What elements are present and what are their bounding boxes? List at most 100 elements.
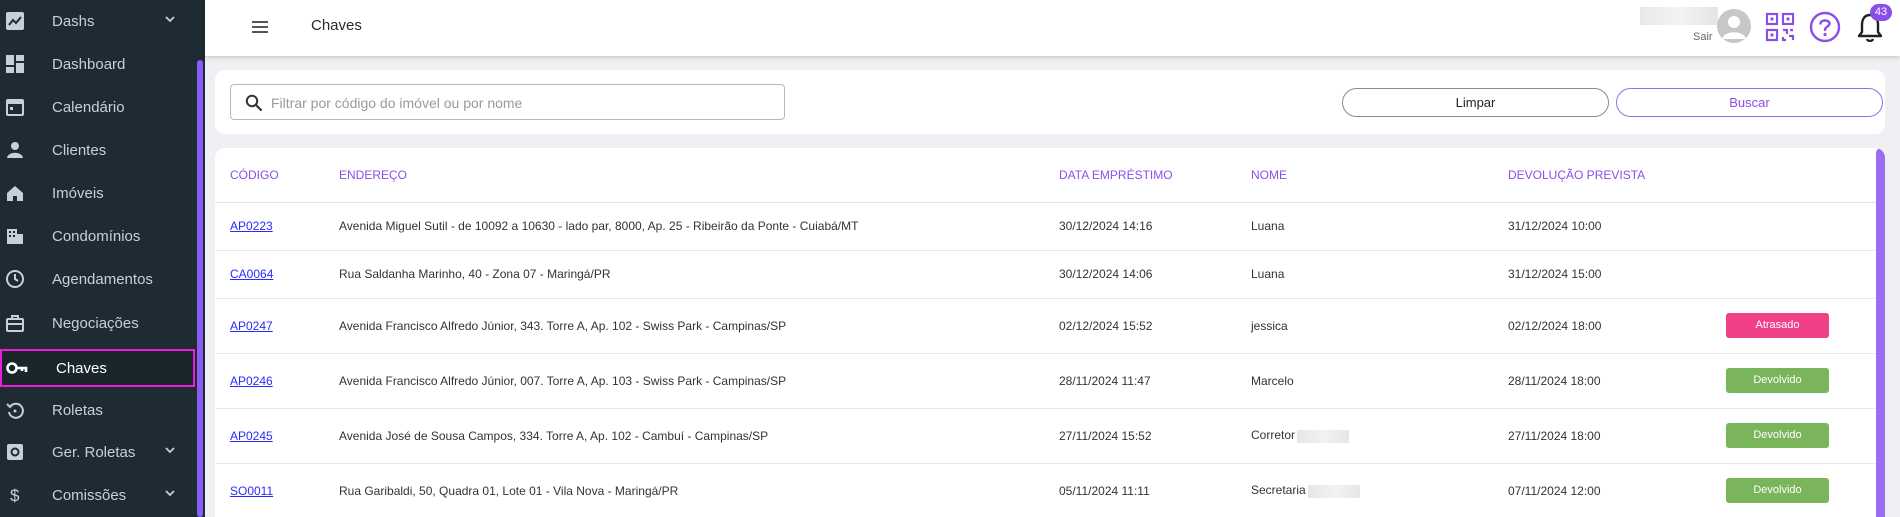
clear-button[interactable]: Limpar: [1342, 88, 1609, 117]
status-badge: Devolvido: [1726, 478, 1829, 503]
sidebar-item-im-veis[interactable]: Imóveis: [0, 174, 195, 212]
sidebar-item-agendamentos[interactable]: Agendamentos: [0, 260, 195, 298]
cell-address: Rua Garibaldi, 50, Quadra 01, Lote 01 - …: [339, 463, 1059, 517]
borrower-name: Luana: [1251, 219, 1285, 233]
property-code-link[interactable]: AP0245: [230, 429, 273, 443]
chevron-down-icon[interactable]: [163, 486, 177, 504]
cell-loan-date: 30/12/2024 14:06: [1059, 250, 1251, 299]
search-icon: [245, 94, 263, 112]
column-header-return-date[interactable]: DEVOLUÇÃO PREVISTA: [1508, 148, 1726, 203]
cell-loan-date: 28/11/2024 11:47: [1059, 353, 1251, 409]
cell-status: [1726, 202, 1876, 251]
cell-status: [1726, 250, 1876, 299]
cell-loan-date: 30/12/2024 14:16: [1059, 202, 1251, 251]
search-button[interactable]: Buscar: [1616, 88, 1883, 117]
cell-name: Luana: [1251, 250, 1508, 299]
person-icon: [4, 139, 26, 161]
cell-return-date: 02/12/2024 18:00: [1508, 298, 1726, 354]
cell-status: Devolvido: [1726, 463, 1876, 517]
column-header-name[interactable]: NOME: [1251, 148, 1508, 203]
sidebar-item-roletas[interactable]: Roletas: [0, 391, 195, 429]
status-badge: Devolvido: [1726, 423, 1829, 448]
cell-address: Avenida Francisco Alfredo Júnior, 007. T…: [339, 353, 1059, 409]
clock-icon: [4, 268, 26, 290]
borrower-name: jessica: [1251, 318, 1288, 333]
cell-return-date: 28/11/2024 18:00: [1508, 353, 1726, 409]
sidebar-item-dashboard[interactable]: Dashboard: [0, 45, 195, 83]
sidebar-item-label: Calendário: [52, 98, 125, 116]
sidebar-item-label: Roletas: [52, 401, 103, 419]
cell-status: Devolvido: [1726, 408, 1876, 464]
cell-name: jessica: [1251, 298, 1508, 354]
property-code-link[interactable]: AP0246: [230, 374, 273, 388]
sidebar-item-label: Comissões: [52, 486, 127, 504]
column-header-loan-date[interactable]: DATA EMPRÉSTIMO: [1059, 148, 1251, 203]
search-input[interactable]: [271, 91, 771, 115]
cell-return-date: 27/11/2024 18:00: [1508, 408, 1726, 464]
table-scrollbar[interactable]: [1876, 148, 1885, 517]
svg-text:$: $: [10, 486, 20, 505]
sidebar-item-calend-rio[interactable]: Calendário: [0, 88, 195, 126]
status-badge: Atrasado: [1726, 313, 1829, 338]
sidebar-item-chaves[interactable]: Chaves: [0, 349, 195, 387]
dollar-icon: $: [4, 484, 26, 506]
chevron-down-icon[interactable]: [163, 443, 177, 461]
sidebar-item-condom-nios[interactable]: Condomínios: [0, 217, 195, 255]
cell-name: Luana: [1251, 202, 1508, 251]
cell-address: Rua Saldanha Marinho, 40 - Zona 07 - Mar…: [339, 250, 1059, 299]
sidebar-item-dashs[interactable]: Dashs: [0, 2, 195, 40]
sidebar-item-label: Dashs: [52, 12, 95, 30]
property-code-link[interactable]: AP0223: [230, 219, 273, 233]
house-icon: [4, 182, 26, 204]
key-icon: [6, 357, 28, 379]
hamburger-menu-icon[interactable]: [249, 16, 271, 38]
table-row[interactable]: SO0011 Rua Garibaldi, 50, Quadra 01, Lote…: [215, 463, 1876, 517]
cell-code: AP0246: [215, 353, 339, 409]
avatar[interactable]: [1717, 9, 1751, 43]
cell-name: Corretor: [1251, 408, 1508, 464]
qr-code-icon[interactable]: [1765, 12, 1795, 42]
filter-card: Limpar Buscar: [215, 70, 1885, 134]
building-icon: [4, 225, 26, 247]
sidebar-item-label: Condomínios: [52, 227, 141, 245]
sidebar-item-label: Imóveis: [52, 184, 104, 202]
property-code-link[interactable]: CA0064: [230, 267, 273, 281]
sidebar-item-comiss-es[interactable]: $ Comissões: [0, 476, 195, 514]
cell-return-date: 31/12/2024 15:00: [1508, 250, 1726, 299]
column-header-address[interactable]: ENDEREÇO: [339, 148, 1059, 203]
settings-box-icon: [4, 441, 26, 463]
cell-status: Atrasado: [1726, 298, 1876, 354]
table-row[interactable]: AP0247 Avenida Francisco Alfredo Júnior, …: [215, 298, 1876, 354]
property-code-link[interactable]: SO0011: [230, 484, 273, 498]
table-row[interactable]: CA0064 Rua Saldanha Marinho, 40 - Zona 07…: [215, 250, 1876, 299]
help-icon[interactable]: [1809, 11, 1841, 43]
borrower-name: Luana: [1251, 267, 1285, 281]
table-row[interactable]: AP0246 Avenida Francisco Alfredo Júnior, …: [215, 353, 1876, 409]
sidebar-item-negocia-es[interactable]: Negociações: [0, 304, 195, 342]
chevron-down-icon[interactable]: [163, 12, 177, 30]
sidebar-scrollbar[interactable]: [197, 60, 203, 517]
table-row[interactable]: AP0245 Avenida José de Sousa Campos, 334.…: [215, 408, 1876, 464]
cell-name: Marcelo: [1251, 353, 1508, 409]
calendar-icon: [4, 96, 26, 118]
logout-link[interactable]: Sair: [1693, 31, 1713, 43]
borrower-name: Marcelo: [1251, 373, 1294, 388]
borrower-name: Secretaria: [1251, 483, 1306, 498]
rotate-icon: [4, 399, 26, 421]
property-code-link[interactable]: AP0247: [230, 319, 273, 333]
column-header-code[interactable]: CÓDIGO: [215, 148, 339, 203]
table-row[interactable]: AP0223 Avenida Miguel Sutil - de 10092 a …: [215, 202, 1876, 251]
sidebar-item-label: Clientes: [52, 141, 107, 159]
redacted-name-blur: [1297, 429, 1350, 443]
sidebar-item-ger-roletas[interactable]: Ger. Roletas: [0, 433, 195, 471]
table-body: AP0223 Avenida Miguel Sutil - de 10092 a …: [215, 202, 1876, 517]
trending-up-icon: [4, 10, 26, 32]
search-box: [230, 84, 785, 120]
cell-code: SO0011: [215, 463, 339, 517]
sidebar-item-label: Agendamentos: [52, 270, 153, 288]
sidebar-item-label: Dashboard: [52, 55, 126, 73]
cell-loan-date: 27/11/2024 15:52: [1059, 408, 1251, 464]
sidebar-item-clientes[interactable]: Clientes: [0, 131, 195, 169]
page-title: Chaves: [311, 17, 362, 34]
notification-count-badge: 43: [1870, 4, 1892, 21]
